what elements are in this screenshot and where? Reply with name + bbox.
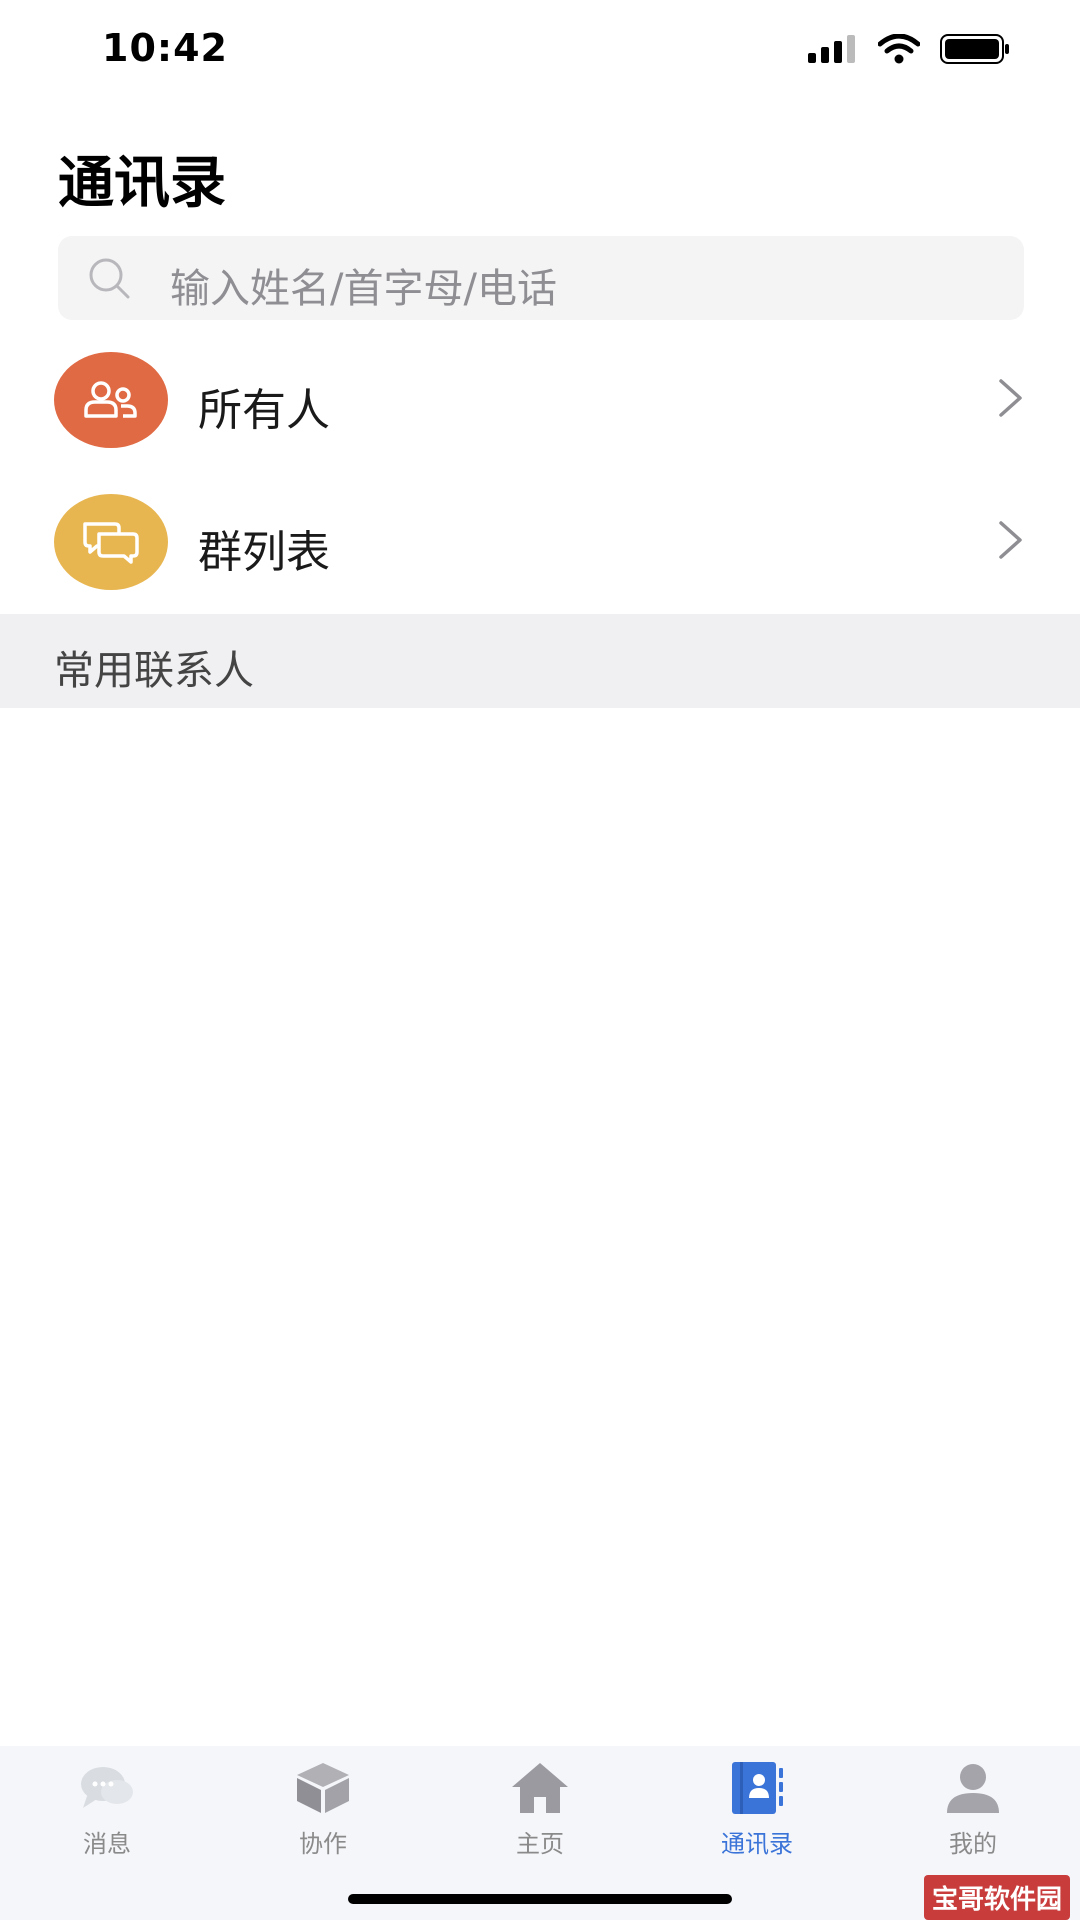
watermark: 宝哥软件园 <box>923 1875 1070 1920</box>
home-indicator <box>348 1894 732 1904</box>
search-placeholder: 输入姓名/首字母/电话 <box>170 266 557 312</box>
list-item-all-people[interactable]: 所有人 <box>0 334 1080 472</box>
tab-label: 协作 <box>299 1830 347 1858</box>
user-icon <box>943 1760 1003 1816</box>
list-item-label: 所有人 <box>198 385 330 436</box>
cube-icon <box>293 1760 353 1816</box>
page-title: 通讯录 <box>58 151 226 216</box>
contacts-book-icon <box>727 1760 787 1816</box>
section-header-frequent-contacts: 常用联系人 <box>0 614 1080 708</box>
search-input[interactable]: 输入姓名/首字母/电话 <box>58 236 1024 320</box>
tab-label: 通讯录 <box>721 1830 793 1858</box>
search-icon <box>89 258 130 299</box>
tab-me[interactable]: 我的 <box>913 1760 1033 1870</box>
tab-label: 消息 <box>83 1830 131 1858</box>
status-icons <box>808 34 1010 64</box>
tab-label: 主页 <box>516 1830 564 1858</box>
tab-home[interactable]: 主页 <box>480 1760 600 1870</box>
signal-icon <box>808 35 855 63</box>
tab-collaboration[interactable]: 协作 <box>263 1760 383 1870</box>
list-item-label: 群列表 <box>198 527 330 578</box>
wifi-icon <box>878 34 920 64</box>
people-icon <box>54 352 168 448</box>
status-time: 10:42 <box>102 26 228 70</box>
tab-label: 我的 <box>949 1830 997 1858</box>
chevron-right-icon <box>999 521 1022 559</box>
message-icon <box>77 1760 137 1816</box>
home-icon <box>510 1760 570 1816</box>
chat-bubbles-icon <box>54 494 168 590</box>
tab-contacts[interactable]: 通讯录 <box>697 1760 817 1870</box>
chevron-right-icon <box>999 379 1022 417</box>
section-title: 常用联系人 <box>54 648 254 694</box>
battery-icon <box>940 34 1009 64</box>
status-bar: 10:42 <box>0 0 1080 100</box>
list-item-group-list[interactable]: 群列表 <box>0 476 1080 614</box>
tab-messages[interactable]: 消息 <box>47 1760 167 1870</box>
